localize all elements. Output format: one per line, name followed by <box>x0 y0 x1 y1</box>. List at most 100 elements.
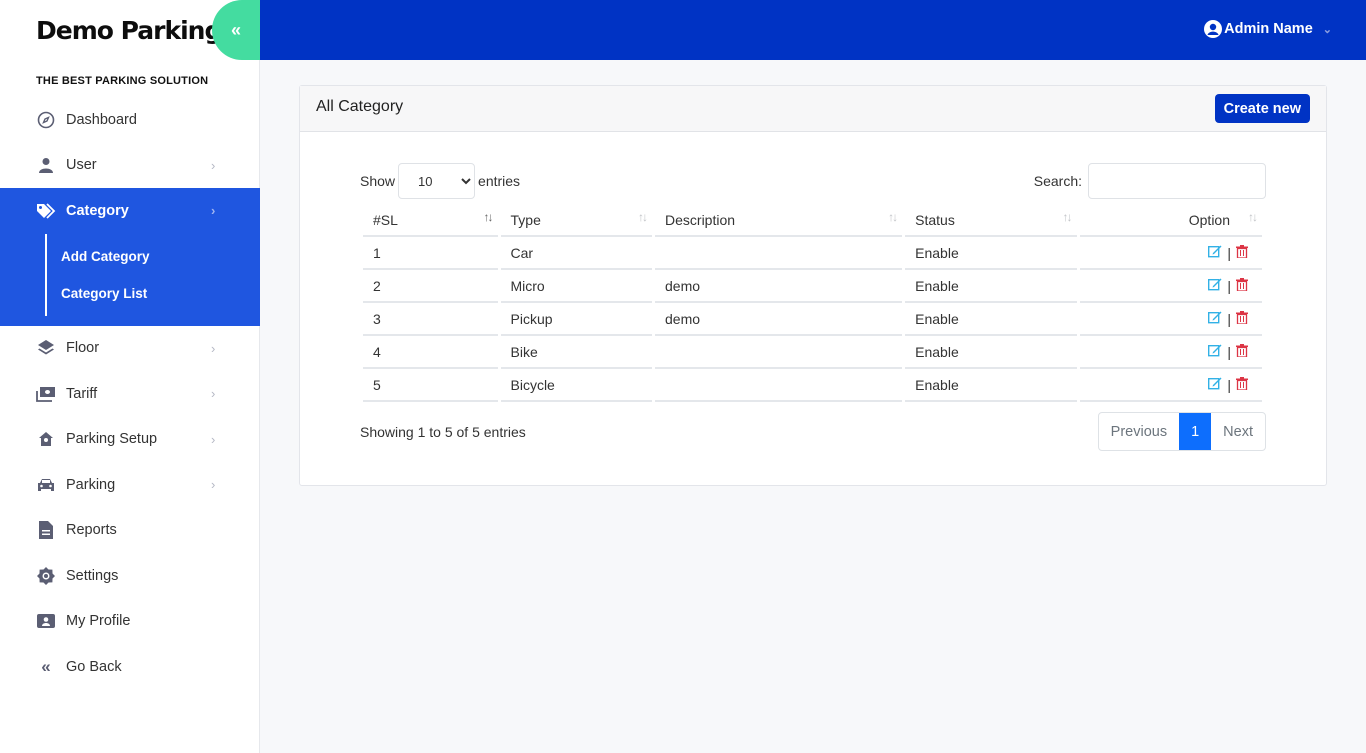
sidebar: Demo Parking « THE BEST PARKING SOLUTION… <box>0 0 260 753</box>
cell-status: Enable <box>905 303 1077 336</box>
cell-option: | <box>1079 270 1262 303</box>
trash-icon[interactable] <box>1236 277 1248 294</box>
user-circle-icon <box>1204 20 1223 38</box>
sidebar-item-user[interactable]: User › <box>0 143 260 189</box>
category-table: #SL ↑↓ Type ↑↓ Description ↑↓ Status ↑↓ Opti… <box>360 204 1265 402</box>
table-row: 2 Micro demo Enable | <box>363 270 1262 303</box>
column-label: Description <box>665 211 736 228</box>
page-1-button[interactable]: 1 <box>1179 413 1212 450</box>
column-header-option[interactable]: Option ↑↓ <box>1079 204 1262 237</box>
sidebar-item-go-back[interactable]: « Go Back <box>0 644 260 690</box>
edit-icon[interactable] <box>1208 278 1222 294</box>
separator: | <box>1227 310 1231 327</box>
table-row: 1 Car Enable | <box>363 237 1262 270</box>
user-icon <box>36 155 56 175</box>
page-title: All Category <box>316 98 404 115</box>
edit-icon[interactable] <box>1208 377 1222 393</box>
entries-label: entries <box>478 173 521 189</box>
column-header-type[interactable]: Type ↑↓ <box>500 204 653 237</box>
previous-page-button[interactable]: Previous <box>1099 413 1179 450</box>
sidebar-item-label: Settings <box>66 567 119 584</box>
sidebar-item-tariff[interactable]: Tariff › <box>0 371 260 417</box>
cell-description <box>655 237 903 270</box>
table-row: 5 Bicycle Enable | <box>363 369 1262 402</box>
sidebar-item-parking-setup[interactable]: Parking Setup › <box>0 417 260 463</box>
table-row: 3 Pickup demo Enable | <box>363 303 1262 336</box>
cell-sl: 4 <box>363 336 498 369</box>
edit-icon[interactable] <box>1208 311 1222 327</box>
sidebar-item-my-profile[interactable]: My Profile <box>0 599 260 645</box>
cell-option: | <box>1079 336 1262 369</box>
compass-icon <box>36 110 56 130</box>
house-icon <box>36 429 56 449</box>
edit-icon[interactable] <box>1208 245 1222 261</box>
table-row: 4 Bike Enable | <box>363 336 1262 369</box>
column-label: Type <box>510 211 541 228</box>
cell-type: Car <box>500 237 653 270</box>
edit-icon[interactable] <box>1208 344 1222 360</box>
search-label: Search: <box>1033 173 1082 189</box>
sidebar-item-floor[interactable]: Floor › <box>0 326 260 372</box>
page-length-select[interactable]: 10 <box>398 163 476 199</box>
column-label: Status <box>915 211 955 228</box>
chevron-right-icon: › <box>211 340 216 356</box>
tags-icon <box>36 201 56 221</box>
cell-status: Enable <box>905 369 1077 402</box>
sidebar-item-dashboard[interactable]: Dashboard <box>0 97 260 143</box>
column-header-description[interactable]: Description ↑↓ <box>655 204 903 237</box>
chevron-right-icon: › <box>211 203 216 219</box>
collapse-sidebar-button[interactable]: « <box>212 0 260 60</box>
user-menu[interactable]: Admin Name ⌄ <box>1204 20 1332 38</box>
sidebar-item-label: My Profile <box>66 613 131 630</box>
sort-icon: ↑↓ <box>638 210 648 224</box>
sort-icon: ↑↓ <box>1248 210 1258 224</box>
brand-logo: Demo Parking <box>36 16 222 45</box>
sidebar-nav: Dashboard User › Category › Add Category… <box>0 97 260 690</box>
sidebar-item-category[interactable]: Category › <box>0 188 260 234</box>
cell-sl: 1 <box>363 237 498 270</box>
submenu-add-category[interactable]: Add Category <box>61 238 260 275</box>
cell-type: Bike <box>500 336 653 369</box>
search-control: Search: <box>1034 163 1266 199</box>
separator: | <box>1227 376 1231 393</box>
separator: | <box>1227 277 1231 294</box>
cell-sl: 3 <box>363 303 498 336</box>
search-input[interactable] <box>1088 163 1266 199</box>
sidebar-item-label: Tariff <box>66 385 98 402</box>
column-header-status[interactable]: Status ↑↓ <box>905 204 1077 237</box>
sidebar-item-reports[interactable]: Reports <box>0 508 260 554</box>
cell-option: | <box>1079 303 1262 336</box>
column-label: #SL <box>373 211 398 228</box>
sidebar-item-settings[interactable]: Settings <box>0 553 260 599</box>
card-header: All Category Create new <box>300 86 1326 132</box>
sidebar-item-label: Parking Setup <box>66 431 158 448</box>
trash-icon[interactable] <box>1236 376 1248 393</box>
cell-status: Enable <box>905 270 1077 303</box>
column-header-sl[interactable]: #SL ↑↓ <box>363 204 498 237</box>
file-icon <box>36 520 56 540</box>
tagline: THE BEST PARKING SOLUTION <box>36 75 209 87</box>
sort-icon: ↑↓ <box>1062 210 1073 224</box>
sidebar-item-label: Go Back <box>66 658 122 675</box>
layers-icon <box>36 338 56 358</box>
sidebar-group-category: Category › Add Category Category List <box>0 188 260 326</box>
trash-icon[interactable] <box>1236 310 1248 327</box>
cell-sl: 5 <box>363 369 498 402</box>
submenu-category-list[interactable]: Category List <box>61 275 260 312</box>
chevron-right-icon: › <box>211 431 216 447</box>
sidebar-item-parking[interactable]: Parking › <box>0 462 260 508</box>
trash-icon[interactable] <box>1236 343 1248 360</box>
table-body: 1 Car Enable | 2 Micro demo Enable | 3 Pickup demo E… <box>363 237 1262 402</box>
page-length-control: Show 10 entries <box>360 163 520 199</box>
create-new-button[interactable]: Create new <box>1214 94 1310 123</box>
sort-asc-icon: ↑↓ <box>483 210 494 224</box>
double-chevron-left-icon: « <box>230 19 241 40</box>
show-label: Show <box>360 173 396 189</box>
next-page-button[interactable]: Next <box>1211 413 1265 450</box>
trash-icon[interactable] <box>1236 244 1248 261</box>
cell-option: | <box>1079 237 1262 270</box>
top-bar: Admin Name ⌄ <box>260 0 1366 60</box>
sidebar-item-label: Parking <box>66 476 116 493</box>
gear-icon <box>36 566 56 586</box>
money-icon <box>36 384 56 404</box>
